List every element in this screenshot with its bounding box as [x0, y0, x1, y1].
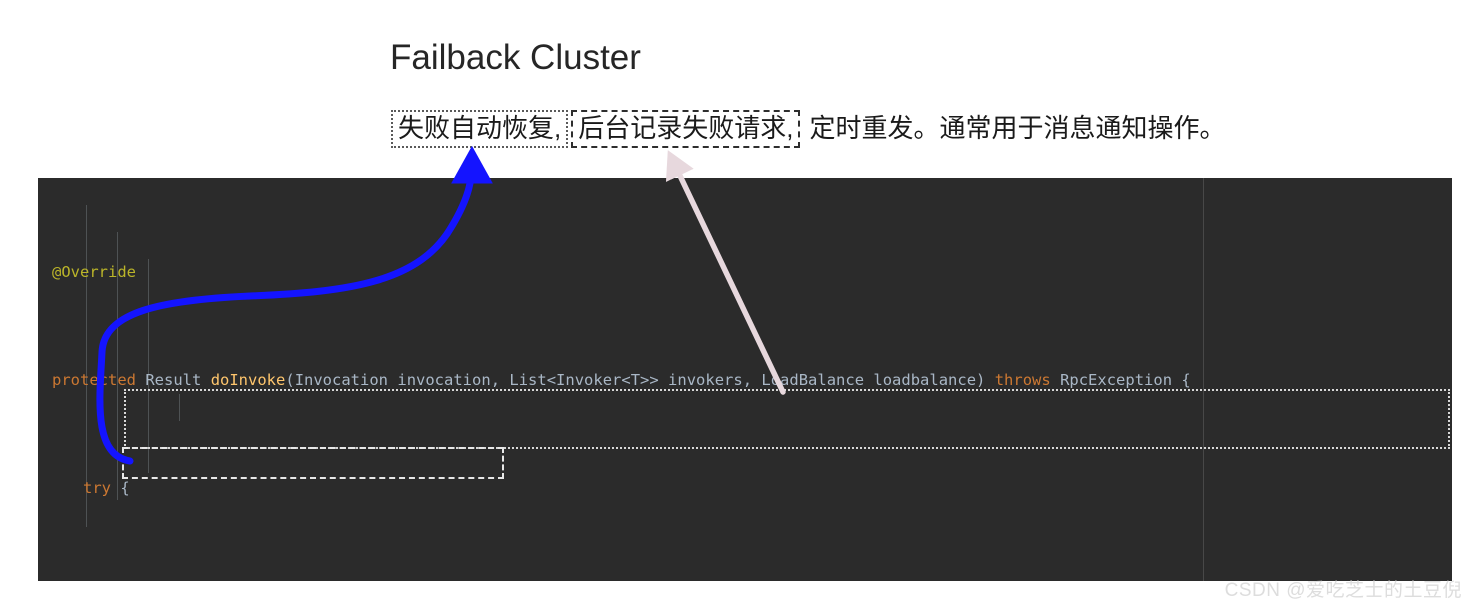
caption-box-log-failed-request: 后台记录失败请求,: [571, 110, 801, 148]
watermark: CSDN @爱吃芝士的土豆倪: [1224, 580, 1462, 601]
code-line: try {: [83, 479, 130, 497]
code-token-invokers-arg: invokers: [668, 371, 743, 389]
code-token-result-type: Result: [145, 371, 202, 389]
code-token-annotation: @Override: [52, 263, 136, 281]
code-token-loadbalance-type: LoadBalance: [761, 371, 865, 389]
code-token-invocation-arg: invocation: [397, 371, 491, 389]
caption-box-auto-recover: 失败自动恢复,: [391, 110, 569, 148]
caption-tail-text: 定时重发。通常用于消息通知操作。: [809, 113, 1226, 143]
code-token-try: try: [83, 479, 111, 497]
code-token-method-doinvoke: doInvoke: [210, 371, 286, 389]
code-token-throws: throws: [994, 371, 1051, 389]
page-title: Failback Cluster: [390, 38, 641, 77]
code-line: protected Result doInvoke(Invocation inv…: [52, 371, 1191, 389]
code-token-protected: protected: [52, 371, 136, 389]
code-token-rpcexception: RpcException: [1060, 371, 1173, 389]
code-editor-pane[interactable]: @Override protected Result doInvoke(Invo…: [38, 178, 1452, 581]
code-token-invocation-type: Invocation: [294, 371, 389, 389]
code-line: @Override: [38, 259, 1350, 286]
caption-row: 失败自动恢复, 后台记录失败请求, 定时重发。通常用于消息通知操作。: [391, 110, 1225, 148]
code-token-loadbalance-arg: loadbalance: [873, 371, 977, 389]
code-lines: @Override protected Result doInvoke(Invo…: [38, 178, 1350, 581]
code-token-list-type: List<Invoker<T>>: [509, 371, 659, 389]
